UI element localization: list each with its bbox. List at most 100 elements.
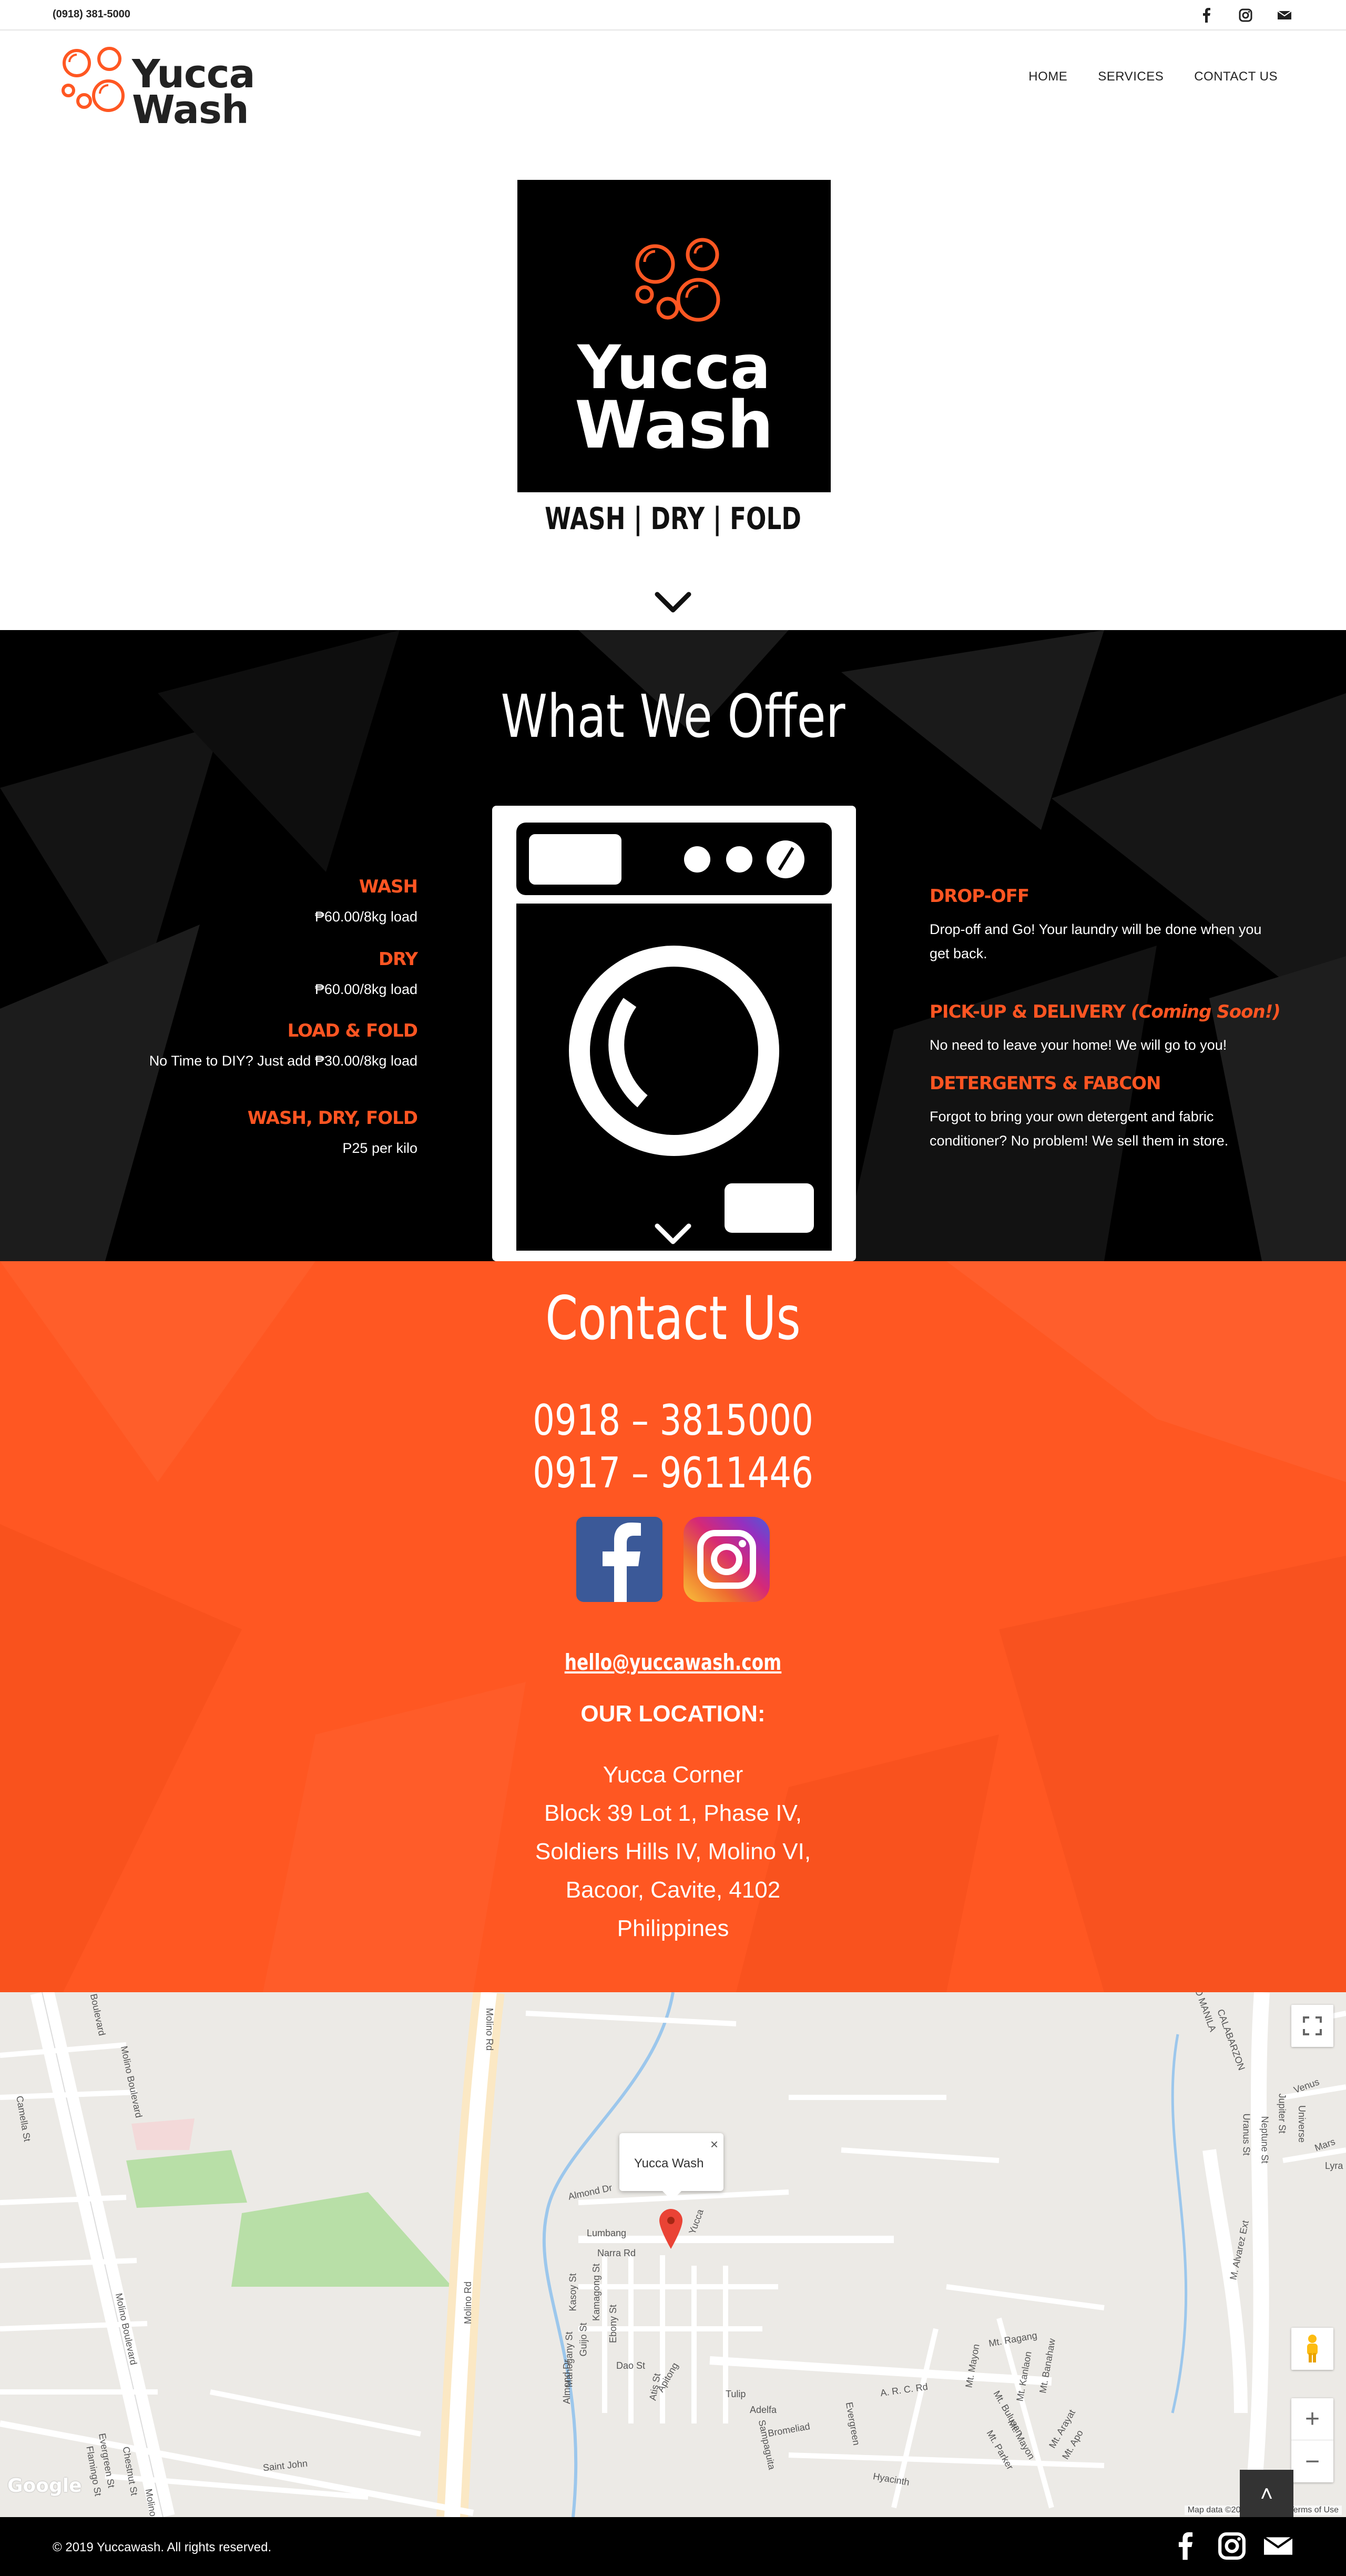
copyright-text: © 2019 Yuccawash. All rights reserved. bbox=[53, 2540, 272, 2554]
topbar-phone: (0918) 381-5000 bbox=[53, 8, 130, 20]
service-pickup-delivery: PICK-UP & DELIVERY (Coming Soon!) No nee… bbox=[930, 1001, 1298, 1057]
street-label: Kasoy St bbox=[567, 2273, 578, 2311]
street-label: Neptune St bbox=[1259, 2116, 1270, 2164]
street-label: Molino Rd bbox=[463, 2281, 474, 2325]
instagram-icon[interactable] bbox=[1237, 6, 1255, 24]
google-logo: Google bbox=[7, 2475, 82, 2497]
street-label: Molino Rd bbox=[484, 2007, 495, 2051]
chevron-up-icon: ˄ bbox=[1260, 2481, 1273, 2506]
nav-contact-us[interactable]: CONTACT US bbox=[1194, 69, 1278, 84]
top-bar: (0918) 381-5000 bbox=[0, 0, 1346, 31]
street-label: Jupiter St bbox=[1277, 2093, 1288, 2134]
site-header: Yucca Wash HOME SERVICES CONTACT US bbox=[0, 32, 1346, 129]
map-info-window: Yucca Wash × bbox=[619, 2133, 723, 2200]
service-wash: WASH ₱60.00/8kg load bbox=[314, 876, 418, 929]
service-detergents: DETERGENTS & FABCON Forgot to bring your… bbox=[930, 1073, 1298, 1153]
street-label: Kamagong St bbox=[591, 2263, 602, 2321]
offer-section: What We Offer WASH ₱60.00/8kg load DRY ₱… bbox=[0, 630, 1346, 1261]
service-title: LOAD & FOLD bbox=[287, 1020, 418, 1041]
nav-home[interactable]: HOME bbox=[1028, 69, 1067, 84]
street-label: Ebony St bbox=[608, 2304, 619, 2344]
street-label: Narra Rd bbox=[597, 2248, 636, 2258]
service-desc: get back. bbox=[930, 946, 987, 961]
street-label: Lumbang bbox=[587, 2228, 627, 2238]
street-label: Lyra bbox=[1325, 2161, 1343, 2171]
main-nav: HOME SERVICES CONTACT US bbox=[1028, 69, 1278, 84]
service-dry: DRY ₱60.00/8kg load bbox=[314, 949, 418, 1001]
service-drop-off: DROP-OFF Drop-off and Go! Your laundry w… bbox=[930, 886, 1298, 966]
service-desc: No Time to DIY? Just add ₱30.00/8kg load bbox=[149, 1053, 417, 1069]
hero-logo: Yucca Wash bbox=[517, 180, 831, 492]
service-desc: P25 per kilo bbox=[342, 1140, 417, 1156]
map-info-title: Yucca Wash bbox=[634, 2156, 704, 2171]
terms-link[interactable]: Terms of Use bbox=[1289, 2506, 1339, 2514]
facebook-icon[interactable] bbox=[1170, 2531, 1201, 2561]
street-label: Uranus St bbox=[1241, 2113, 1252, 2156]
contact-section: Contact Us 0918 – 3815000 0917 – 9611446… bbox=[0, 1261, 1346, 1992]
zoom-in-button[interactable]: + bbox=[1291, 2398, 1333, 2440]
site-footer: © 2019 Yuccawash. All rights reserved. bbox=[0, 2517, 1346, 2576]
service-title: PICK-UP & DELIVERY (Coming Soon!) bbox=[930, 1001, 1298, 1022]
service-desc: Forgot to bring your own detergent and f… bbox=[930, 1109, 1214, 1124]
address-line: Block 39 Lot 1, Phase IV, bbox=[544, 1800, 802, 1826]
facebook-icon[interactable] bbox=[576, 1517, 662, 1602]
map-tiles bbox=[0, 1992, 1346, 2517]
service-load-fold: LOAD & FOLD No Time to DIY? Just add ₱30… bbox=[149, 1020, 418, 1073]
mail-icon[interactable] bbox=[1276, 6, 1293, 24]
street-label: Adelfa bbox=[750, 2405, 777, 2415]
chevron-down-icon[interactable] bbox=[654, 591, 692, 613]
coming-soon-label: (Coming Soon!) bbox=[1130, 1001, 1281, 1022]
contact-title: Contact Us bbox=[545, 1283, 801, 1353]
chevron-down-icon[interactable] bbox=[654, 1223, 692, 1245]
address-block: Yucca Corner Block 39 Lot 1, Phase IV, S… bbox=[0, 1756, 1346, 1948]
zoom-controls: + − bbox=[1291, 2398, 1333, 2482]
service-wash-dry-fold: WASH, DRY, FOLD P25 per kilo bbox=[247, 1108, 418, 1160]
facebook-icon[interactable] bbox=[1198, 6, 1216, 24]
service-desc: ₱60.00/8kg load bbox=[314, 981, 417, 997]
contact-phone-1[interactable]: 0918 – 3815000 bbox=[121, 1396, 1225, 1445]
service-title: DRY bbox=[378, 949, 418, 970]
location-map[interactable]: Molino Boulevard Molino Boulevard Molino… bbox=[0, 1992, 1346, 2517]
contact-email-link[interactable]: hello@yuccawash.com bbox=[148, 1649, 1198, 1675]
street-label: Guijo St bbox=[578, 2323, 589, 2357]
service-desc: ₱60.00/8kg load bbox=[314, 909, 417, 925]
logo-word-2: Wash bbox=[132, 87, 249, 133]
street-label: Tulip bbox=[726, 2389, 746, 2399]
service-title-text: PICK-UP & DELIVERY bbox=[930, 1001, 1131, 1022]
contact-phone-2[interactable]: 0917 – 9611446 bbox=[121, 1448, 1225, 1497]
fullscreen-icon[interactable] bbox=[1291, 2005, 1333, 2047]
address-line: Bacoor, Cavite, 4102 bbox=[565, 1877, 781, 1903]
hero-bubbles-icon bbox=[635, 238, 720, 322]
street-label: Almond Dr bbox=[562, 2359, 573, 2405]
nav-services[interactable]: SERVICES bbox=[1098, 69, 1164, 84]
street-label: Universe bbox=[1297, 2105, 1308, 2143]
footer-social bbox=[1170, 2531, 1293, 2561]
address-line: Philippines bbox=[617, 1915, 729, 1941]
mail-icon[interactable] bbox=[1263, 2531, 1293, 2561]
bubbles-logo-icon bbox=[62, 47, 125, 112]
topbar-social bbox=[1198, 6, 1293, 24]
service-title: DROP-OFF bbox=[930, 886, 1029, 907]
washing-machine-icon bbox=[492, 806, 856, 1261]
service-title: WASH, DRY, FOLD bbox=[247, 1108, 418, 1129]
service-desc: No need to leave your home! We will go t… bbox=[930, 1037, 1227, 1053]
service-desc: Drop-off and Go! Your laundry will be do… bbox=[930, 921, 1262, 937]
zoom-out-button[interactable]: − bbox=[1291, 2440, 1333, 2482]
map-pin-icon[interactable] bbox=[659, 2209, 682, 2249]
service-title: DETERGENTS & FABCON bbox=[930, 1073, 1161, 1094]
back-to-top-button[interactable]: ˄ bbox=[1240, 2470, 1293, 2522]
address-line: Yucca Corner bbox=[603, 1762, 743, 1788]
street-label: Dao St bbox=[616, 2360, 646, 2371]
hero-tagline: WASH | DRY | FOLD bbox=[545, 501, 801, 536]
address-line: Soldiers Hills IV, Molino VI, bbox=[535, 1839, 811, 1864]
hero-logo-word-2: Wash bbox=[574, 388, 774, 463]
service-desc: conditioner? No problem! We sell them in… bbox=[930, 1133, 1229, 1149]
site-logo[interactable]: Yucca Wash bbox=[56, 43, 256, 129]
close-icon[interactable]: × bbox=[710, 2136, 718, 2153]
street-view-pegman-icon[interactable] bbox=[1291, 2328, 1333, 2370]
offer-title: What We Offer bbox=[501, 683, 845, 751]
service-title: WASH bbox=[359, 876, 418, 897]
instagram-icon[interactable] bbox=[684, 1517, 770, 1602]
instagram-icon[interactable] bbox=[1217, 2531, 1247, 2561]
location-title: OUR LOCATION: bbox=[580, 1701, 766, 1727]
